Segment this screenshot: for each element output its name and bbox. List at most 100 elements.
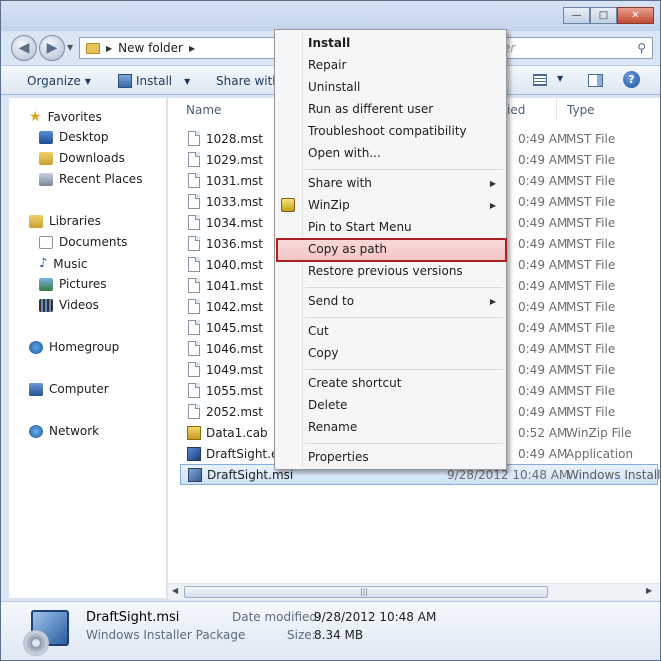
column-header-date[interactable]: ied [507,103,525,117]
nav-label: Recent Places [59,172,143,186]
menu-item-delete[interactable]: Delete [308,398,347,412]
close-button[interactable]: ✕ [617,7,654,24]
file-name: 1041.mst [206,278,263,293]
file-icon [188,152,200,167]
nav-label: Favorites [47,110,102,124]
menu-item-copy[interactable]: Copy [308,346,338,360]
menu-item-restore[interactable]: Restore previous versions [308,264,463,278]
menu-item-uninstall[interactable]: Uninstall [308,80,360,94]
breadcrumb-arrow-icon[interactable]: ▶ [106,44,112,53]
menu-item-winzip[interactable]: WinZip [308,198,350,212]
submenu-arrow-icon: ▶ [489,297,496,306]
file-date: 0:49 AM [518,362,568,377]
column-header-type[interactable]: Type [567,103,595,117]
file-type: MST File [566,236,616,251]
organize-button[interactable]: Organize ▼ [27,74,91,88]
menu-item-repair[interactable]: Repair [308,58,346,72]
nav-downloads[interactable]: Downloads [39,151,125,165]
menu-item-properties[interactable]: Properties [308,450,369,464]
libraries-icon [29,214,43,228]
share-with-button[interactable]: Share with [216,74,280,88]
menu-item-rename[interactable]: Rename [308,420,357,434]
nav-favorites[interactable]: ★ Favorites [29,109,102,125]
navigation-pane: ★ Favorites Desktop Downloads Recent Pla… [9,98,167,598]
nav-network[interactable]: Network [29,424,99,438]
file-type: MST File [566,257,616,272]
menu-item-troubleshoot[interactable]: Troubleshoot compatibility [308,124,467,138]
breadcrumb-arrow-icon[interactable]: ▶ [189,44,195,53]
chevron-down-icon: ▼ [184,76,191,86]
nav-label: Network [49,424,100,438]
file-type: Windows Installe [567,467,661,482]
menu-item-pin-start[interactable]: Pin to Start Menu [308,220,412,234]
menu-item-copy-as-path[interactable]: Copy as path [308,242,387,256]
winzip-icon [281,198,295,212]
menu-item-open-with[interactable]: Open with... [308,146,381,160]
forward-arrow-icon: ▶ [46,40,58,56]
file-date: 0:49 AM [518,173,568,188]
nav-libraries[interactable]: Libraries [29,214,101,228]
menu-item-send-to[interactable]: Send to [308,294,354,308]
file-type: MST File [566,404,616,419]
minimize-button[interactable]: — [563,7,590,24]
install-button[interactable]: Install ▼ [118,74,190,88]
downloads-icon [39,151,53,165]
details-size-label: Size: [287,628,316,642]
menu-item-run-as[interactable]: Run as different user [308,102,433,116]
search-input[interactable]: er ⚲ [501,37,653,59]
column-header-name[interactable]: Name [186,103,221,117]
file-type: MST File [566,299,616,314]
menu-separator [305,317,503,318]
desktop-icon [39,130,53,144]
file-icon [188,404,200,419]
nav-videos[interactable]: Videos [39,298,99,312]
chevron-down-icon: ▼ [84,76,91,86]
help-icon[interactable]: ? [623,71,640,88]
file-icon [188,299,200,314]
nav-music[interactable]: ♪ Music [39,256,87,271]
music-icon: ♪ [39,256,48,271]
details-file-type: Windows Installer Package [86,628,246,642]
maximize-button[interactable]: □ [590,7,617,24]
file-date: 0:49 AM [518,320,568,335]
file-icon [188,194,200,209]
menu-item-share-with[interactable]: Share with [308,176,372,190]
recent-pages-dropdown[interactable]: ▼ [67,43,73,52]
back-button[interactable]: ◀ [11,35,37,61]
file-icon [188,320,200,335]
file-icon [188,278,200,293]
forward-button[interactable]: ▶ [39,35,65,61]
nav-pictures[interactable]: Pictures [39,277,107,291]
scroll-left-icon[interactable]: ◀ [172,586,178,595]
organize-label: Organize [27,74,81,88]
change-view-icon[interactable] [533,74,547,86]
view-options-dropdown[interactable]: ▼ [557,74,563,83]
nav-computer[interactable]: Computer [29,382,109,396]
title-bar[interactable]: — □ ✕ [1,1,660,31]
documents-icon [39,235,53,249]
file-date: 0:49 AM [518,131,568,146]
file-date: 0:49 AM [518,215,568,230]
file-icon [188,131,200,146]
nav-homegroup[interactable]: Homegroup [29,340,119,354]
file-date: 0:49 AM [518,446,568,461]
search-icon[interactable]: ⚲ [637,41,646,55]
menu-item-cut[interactable]: Cut [308,324,329,338]
nav-label: Homegroup [49,340,120,354]
menu-separator [305,443,503,444]
file-name: 1034.mst [206,215,263,230]
breadcrumb-new-folder[interactable]: New folder [118,41,183,55]
nav-desktop[interactable]: Desktop [39,130,109,144]
horizontal-scrollbar[interactable]: ◀ ||| ▶ [168,583,660,600]
menu-item-install[interactable]: Install [308,36,350,50]
scrollbar-thumb[interactable]: ||| [184,586,548,598]
menu-item-create-shortcut[interactable]: Create shortcut [308,376,401,390]
preview-pane-icon[interactable] [588,74,603,87]
nav-recent-places[interactable]: Recent Places [39,172,142,186]
chevron-down-icon: ▼ [557,74,564,83]
folder-icon [86,42,100,54]
scroll-right-icon[interactable]: ▶ [646,586,652,595]
nav-documents[interactable]: Documents [39,235,127,249]
installer-icon [118,74,132,88]
column-divider[interactable] [556,98,557,120]
